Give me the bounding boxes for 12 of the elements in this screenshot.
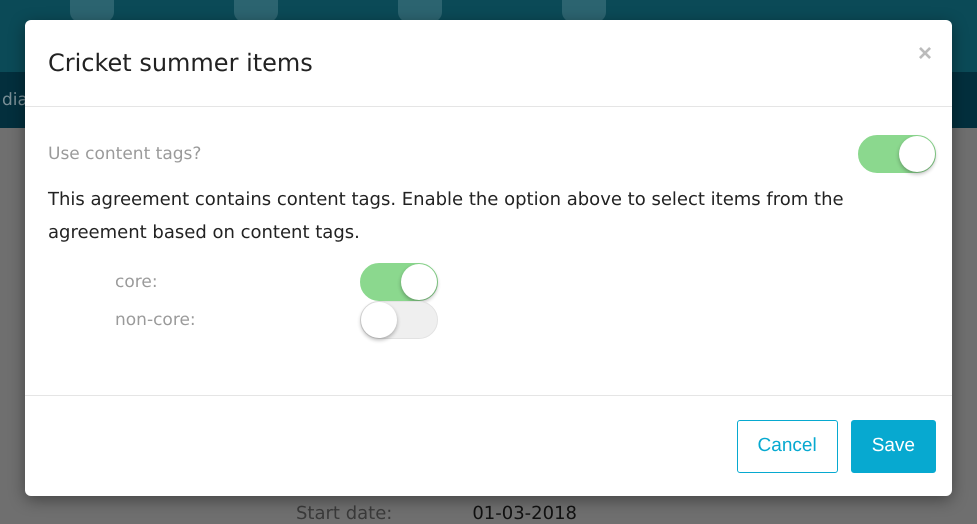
save-button[interactable]: Save bbox=[850, 420, 936, 472]
tag-label: non-core: bbox=[115, 310, 197, 330]
toggle-switch[interactable] bbox=[360, 301, 438, 339]
cancel-button[interactable]: Cancel bbox=[736, 420, 838, 472]
field-value: 01-03-2018 bbox=[472, 504, 577, 524]
description-text: This agreement contains content tags. Enable the option above to select items from the agreement based on content tags. bbox=[48, 188, 845, 245]
toggle-switch[interactable] bbox=[858, 135, 936, 173]
close-button[interactable]: × bbox=[914, 40, 936, 68]
tag-label: core: bbox=[115, 272, 159, 292]
dialog-title: Cricket summer items bbox=[48, 49, 313, 77]
toggle-switch[interactable] bbox=[360, 263, 438, 301]
toggle-label: Use content tags? bbox=[48, 144, 202, 164]
